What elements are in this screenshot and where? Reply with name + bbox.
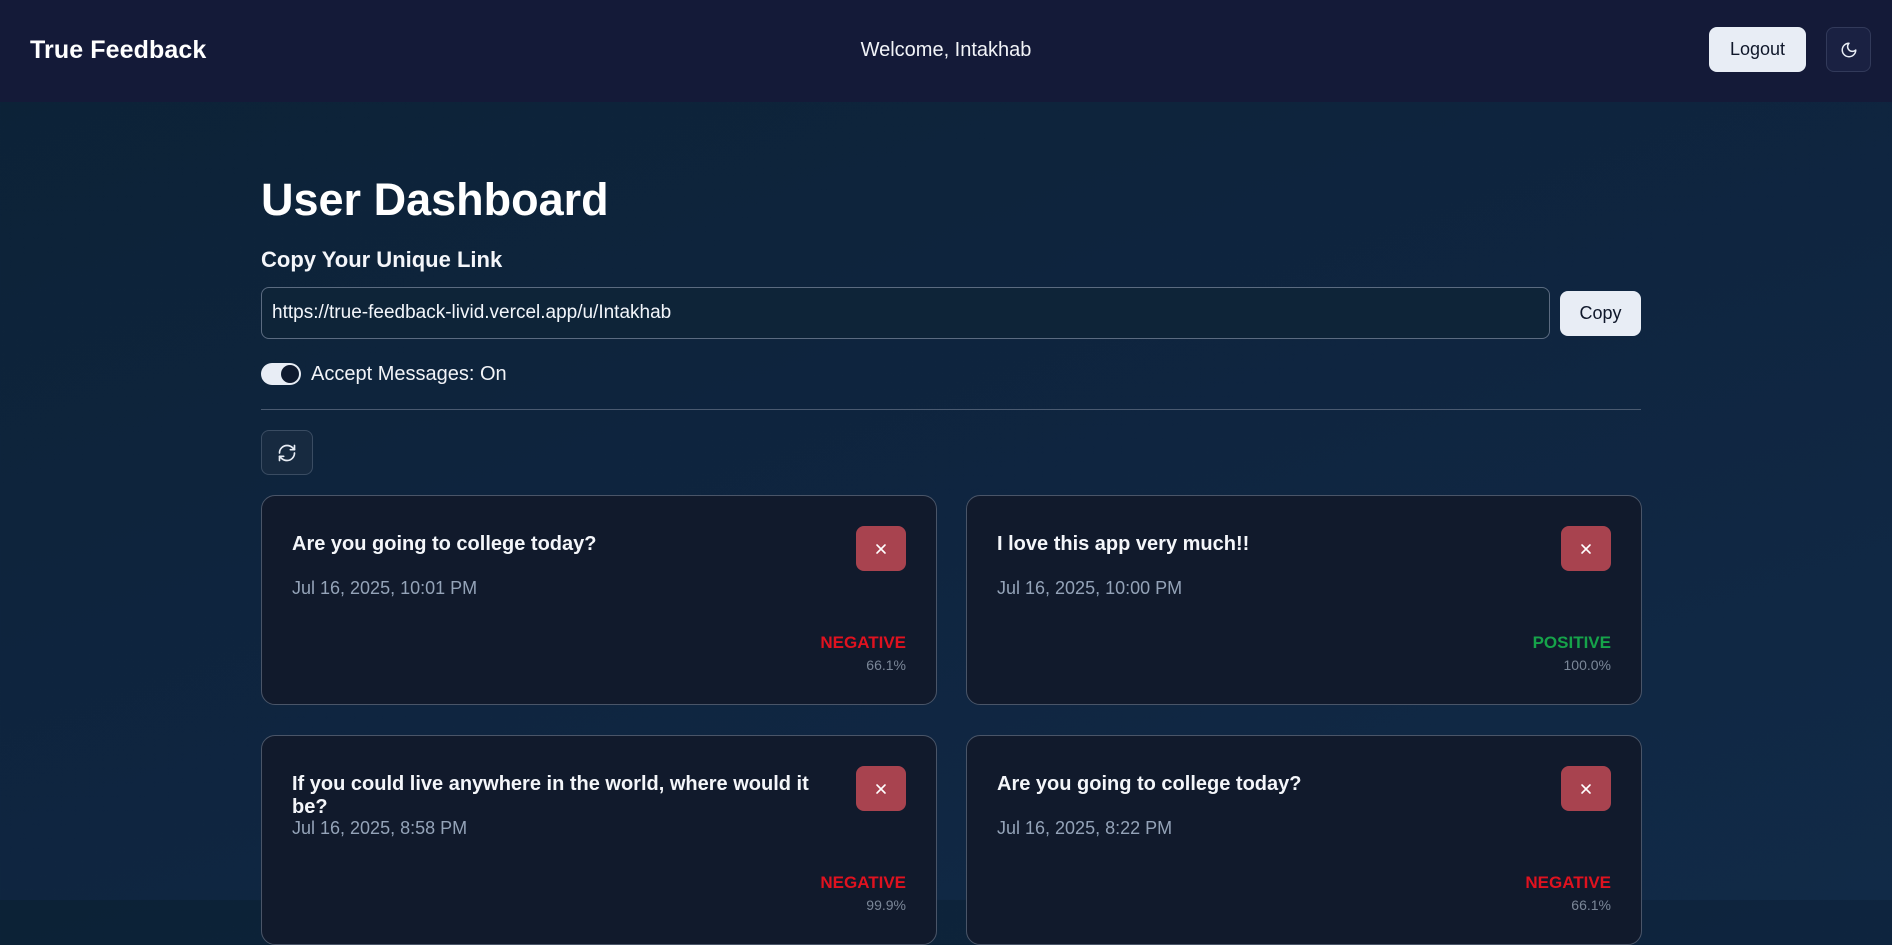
logout-button[interactable]: Logout <box>1709 27 1806 72</box>
delete-message-button[interactable] <box>856 766 906 811</box>
sentiment-label: NEGATIVE <box>820 633 906 652</box>
unique-link-label: Copy Your Unique Link <box>261 247 503 272</box>
message-text: If you could live anywhere in the world,… <box>292 773 809 818</box>
moon-icon <box>1841 42 1856 57</box>
message-card: I love this app very much!! Jul 16, 2025… <box>966 495 1642 705</box>
divider <box>261 409 1641 410</box>
welcome-text: Welcome, Intakhab <box>860 39 1032 61</box>
page-title: User Dashboard <box>261 174 609 225</box>
unique-link-input[interactable] <box>261 287 1550 339</box>
message-date: Jul 16, 2025, 8:22 PM <box>997 818 1173 838</box>
message-date: Jul 16, 2025, 8:58 PM <box>292 818 468 838</box>
sentiment-label: POSITIVE <box>1532 633 1611 652</box>
refresh-icon <box>278 444 296 461</box>
delete-message-button[interactable] <box>856 526 906 571</box>
close-icon <box>1581 543 1591 554</box>
accept-messages-row: Accept Messages: On <box>261 361 507 387</box>
message-date: Jul 16, 2025, 10:00 PM <box>997 578 1183 598</box>
message-text: Are you going to college today? <box>292 533 597 555</box>
accept-messages-label: Accept Messages: On <box>311 362 507 385</box>
sentiment-label: NEGATIVE <box>1525 873 1611 892</box>
accept-messages-switch[interactable] <box>261 363 301 385</box>
message-card: Are you going to college today? Jul 16, … <box>966 735 1642 945</box>
switch-knob <box>281 365 299 383</box>
message-date: Jul 16, 2025, 10:01 PM <box>292 578 478 598</box>
sentiment-score: 100.0% <box>1563 657 1611 673</box>
theme-toggle-button[interactable] <box>1826 27 1871 72</box>
close-icon <box>876 543 886 554</box>
message-card: If you could live anywhere in the world,… <box>261 735 937 945</box>
refresh-button[interactable] <box>261 430 313 475</box>
delete-message-button[interactable] <box>1561 526 1611 571</box>
sentiment-score: 99.9% <box>866 897 906 913</box>
close-icon <box>876 783 886 794</box>
message-text: Are you going to college today? <box>997 773 1302 795</box>
sentiment-score: 66.1% <box>1571 897 1611 913</box>
message-card: Are you going to college today? Jul 16, … <box>261 495 937 705</box>
sentiment-score: 66.1% <box>866 657 906 673</box>
delete-message-button[interactable] <box>1561 766 1611 811</box>
copy-button[interactable]: Copy <box>1560 291 1641 336</box>
close-icon <box>1581 783 1591 794</box>
sentiment-label: NEGATIVE <box>820 873 906 892</box>
message-text: I love this app very much!! <box>997 533 1250 555</box>
top-navbar: True Feedback Welcome, Intakhab Logout <box>0 0 1892 102</box>
